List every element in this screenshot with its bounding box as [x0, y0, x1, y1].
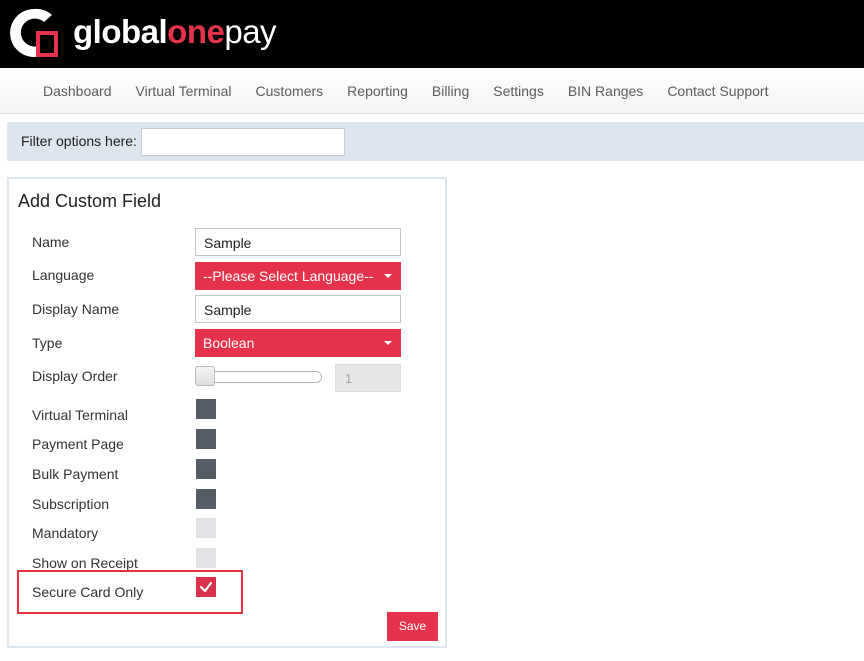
header-bar: globalonepay: [0, 0, 864, 68]
filter-bar: Filter options here:: [7, 122, 864, 161]
language-selected-value: --Please Select Language--: [203, 268, 374, 284]
nav-item-reporting[interactable]: Reporting: [335, 68, 420, 114]
panel-title: Add Custom Field: [18, 191, 162, 211]
type-label: Type: [32, 335, 63, 351]
nav-item-billing[interactable]: Billing: [420, 68, 481, 114]
subscription-label: Subscription: [32, 496, 110, 512]
globalonepay-logo-icon: [10, 8, 58, 57]
filter-label: Filter options here:: [21, 133, 137, 149]
mandatory-label: Mandatory: [32, 525, 99, 541]
display-order-value: 1: [335, 364, 401, 392]
filter-input[interactable]: [141, 128, 345, 156]
nav-item-bin-ranges[interactable]: BIN Ranges: [556, 68, 655, 114]
display-order-label: Display Order: [32, 368, 118, 384]
checkmark-icon: [199, 581, 213, 593]
save-button[interactable]: Save: [387, 612, 438, 641]
brand-part-pay: pay: [224, 13, 277, 50]
bulk-payment-label: Bulk Payment: [32, 466, 119, 482]
secure-card-only-label: Secure Card Only: [32, 584, 144, 600]
add-custom-field-panel: Add Custom Field Name Sample Language --…: [7, 177, 447, 648]
brand-part-one: one: [167, 13, 225, 50]
subscription-checkbox[interactable]: [196, 489, 216, 509]
name-input[interactable]: Sample: [195, 228, 401, 256]
payment-page-checkbox[interactable]: [196, 429, 216, 449]
secure-card-only-checkbox[interactable]: [196, 577, 216, 597]
payment-page-label: Payment Page: [32, 436, 124, 452]
type-select[interactable]: Boolean: [195, 329, 401, 357]
chevron-down-icon: [384, 274, 392, 278]
mandatory-checkbox[interactable]: [196, 518, 216, 538]
type-selected-value: Boolean: [203, 335, 255, 351]
show-on-receipt-label: Show on Receipt: [32, 555, 138, 571]
nav-item-settings[interactable]: Settings: [481, 68, 556, 114]
nav-item-dashboard[interactable]: Dashboard: [31, 68, 124, 114]
language-select[interactable]: --Please Select Language--: [195, 262, 401, 290]
show-on-receipt-checkbox[interactable]: [196, 548, 216, 568]
nav-list: Dashboard Virtual Terminal Customers Rep…: [31, 68, 780, 114]
virtual-terminal-label: Virtual Terminal: [32, 407, 128, 423]
display-name-input[interactable]: Sample: [195, 295, 401, 323]
name-label: Name: [32, 234, 70, 250]
chevron-down-icon: [384, 341, 392, 345]
brand-wordmark: globalonepay: [73, 12, 277, 52]
nav-item-contact-support[interactable]: Contact Support: [655, 68, 780, 114]
language-label: Language: [32, 267, 95, 283]
nav-item-customers[interactable]: Customers: [243, 68, 335, 114]
nav-item-virtual-terminal[interactable]: Virtual Terminal: [124, 68, 244, 114]
display-order-slider-handle[interactable]: [195, 366, 215, 386]
main-navigation: Dashboard Virtual Terminal Customers Rep…: [0, 68, 864, 114]
bulk-payment-checkbox[interactable]: [196, 459, 216, 479]
brand-part-global: global: [73, 13, 168, 50]
virtual-terminal-checkbox[interactable]: [196, 399, 216, 419]
display-name-label: Display Name: [32, 301, 120, 317]
